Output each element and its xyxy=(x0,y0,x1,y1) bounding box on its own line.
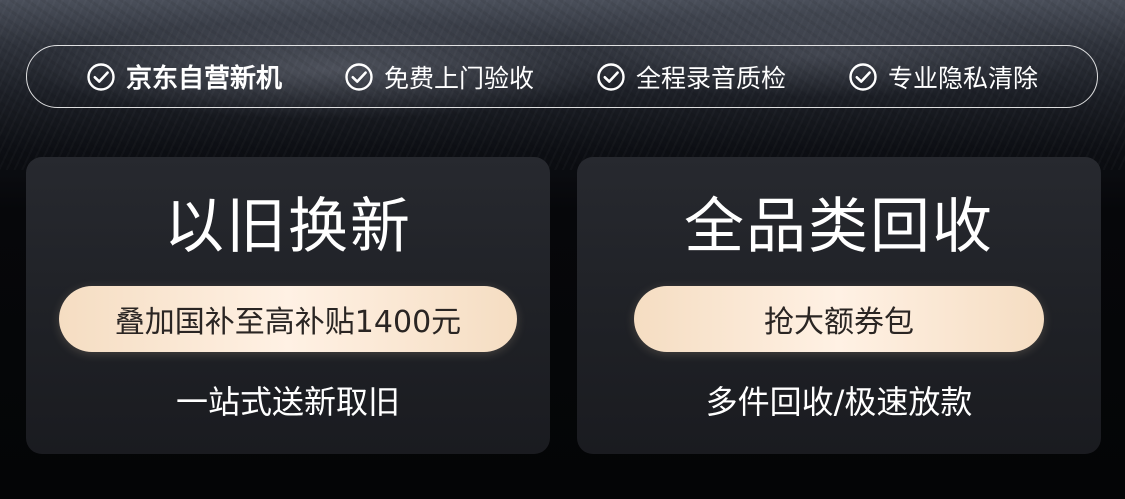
check-circle-icon xyxy=(849,62,877,91)
assurance-item-jd-new-device: 京东自营新机 xyxy=(86,58,282,95)
check-circle-icon xyxy=(597,62,625,91)
check-circle-icon xyxy=(87,62,115,91)
assurance-label: 京东自营新机 xyxy=(125,64,282,94)
trade-in-card[interactable]: 以旧换新 叠加国补至高补贴1400元 一站式送新取旧 xyxy=(26,157,550,454)
card-subtitle: 一站式送新取旧 xyxy=(175,383,400,421)
coupon-pack-button[interactable]: 抢大额券包 xyxy=(634,286,1044,352)
service-assurance-bar: 京东自营新机 免费上门验收 全程录音质检 专业隐私清除 xyxy=(26,45,1098,108)
assurance-label: 专业隐私清除 xyxy=(887,63,1038,93)
card-title: 以旧换新 xyxy=(164,192,412,262)
assurance-item-free-pickup: 免费上门验收 xyxy=(344,59,534,95)
card-title: 全品类回收 xyxy=(684,192,994,262)
recycle-card[interactable]: 全品类回收 抢大额券包 多件回收/极速放款 xyxy=(577,157,1101,454)
check-circle-icon xyxy=(345,62,373,91)
assurance-item-recorded-inspection: 全程录音质检 xyxy=(596,59,786,95)
card-subtitle: 多件回收/极速放款 xyxy=(705,383,973,421)
assurance-item-privacy-wipe: 专业隐私清除 xyxy=(848,59,1038,95)
assurance-label: 全程录音质检 xyxy=(635,63,786,93)
assurance-label: 免费上门验收 xyxy=(383,63,534,93)
subsidy-button[interactable]: 叠加国补至高补贴1400元 xyxy=(59,286,517,352)
